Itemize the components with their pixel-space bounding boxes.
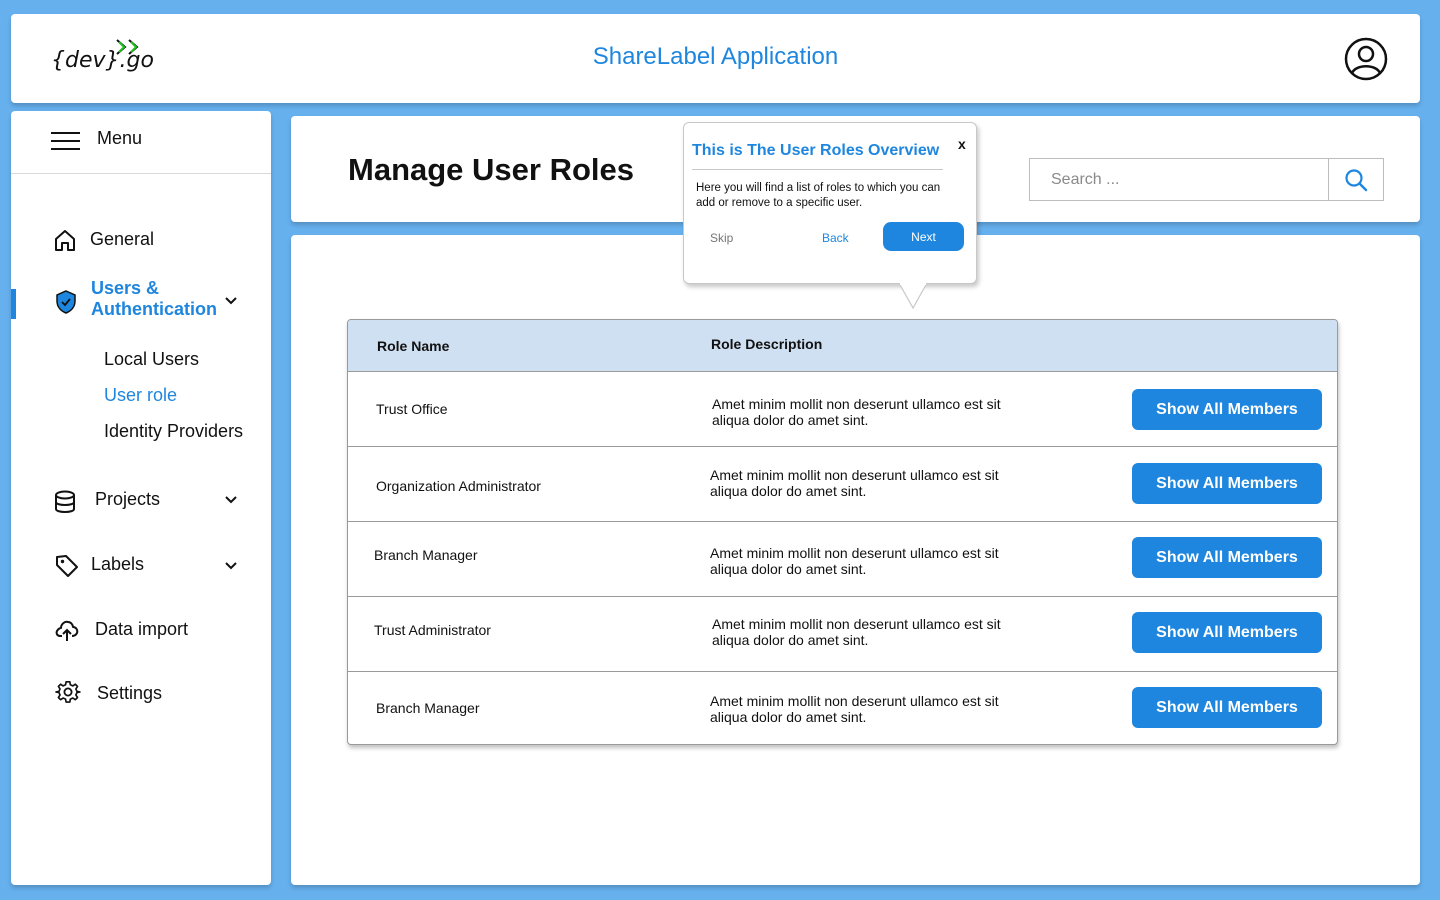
column-header-role-description: Role Description bbox=[711, 336, 823, 352]
shield-icon bbox=[56, 290, 76, 314]
role-description: Amet minim mollit non deserunt ullamco e… bbox=[712, 616, 1001, 648]
table-row: Organization Administrator Amet minim mo… bbox=[348, 447, 1337, 522]
next-button[interactable]: Next bbox=[883, 222, 964, 251]
role-description: Amet minim mollit non deserunt ullamco e… bbox=[710, 545, 999, 577]
search-input[interactable] bbox=[1029, 158, 1329, 201]
database-icon bbox=[55, 490, 75, 513]
role-name: Trust Administrator bbox=[374, 622, 491, 638]
sidebar-item-label: Projects bbox=[95, 489, 161, 509]
show-all-members-button[interactable]: Show All Members bbox=[1132, 687, 1322, 728]
close-button[interactable]: x bbox=[958, 136, 966, 152]
roles-table: Role Name Role Description Trust Office … bbox=[347, 319, 1338, 745]
role-description: Amet minim mollit non deserunt ullamco e… bbox=[710, 693, 999, 725]
search-icon bbox=[1345, 168, 1368, 191]
sidebar-item-general[interactable]: General bbox=[11, 224, 271, 254]
role-description: Amet minim mollit non deserunt ullamco e… bbox=[710, 467, 999, 499]
skip-button[interactable]: Skip bbox=[710, 231, 733, 245]
column-header-role-name: Role Name bbox=[377, 338, 450, 354]
role-name: Trust Office bbox=[376, 401, 448, 417]
main-content: Role Name Role Description Trust Office … bbox=[291, 235, 1420, 885]
users-label-line2: Authentication bbox=[91, 299, 217, 319]
table-header: Role Name Role Description bbox=[348, 320, 1337, 372]
show-all-members-button[interactable]: Show All Members bbox=[1132, 612, 1322, 653]
search-button[interactable] bbox=[1328, 158, 1384, 201]
hamburger-icon[interactable] bbox=[51, 131, 80, 151]
tooltip-pointer bbox=[898, 283, 928, 310]
app-title: ShareLabel Application bbox=[592, 43, 839, 70]
sidebar-subitem-identity-providers[interactable]: Identity Providers bbox=[104, 421, 243, 442]
sidebar-item-label: Settings bbox=[97, 683, 163, 703]
page-title: Manage User Roles bbox=[348, 152, 634, 187]
back-button[interactable]: Back bbox=[822, 231, 849, 245]
role-description: Amet minim mollit non deserunt ullamco e… bbox=[712, 396, 1001, 428]
onboarding-tooltip: This is The User Roles Overview x Here y… bbox=[683, 122, 977, 284]
home-icon bbox=[55, 230, 75, 251]
sidebar: Menu General Users & Authentication Loca… bbox=[11, 111, 271, 885]
table-row: Trust Administrator Amet minim mollit no… bbox=[348, 597, 1337, 672]
chevron-down-icon[interactable] bbox=[223, 293, 239, 309]
user-avatar-icon[interactable] bbox=[1344, 37, 1388, 81]
table-row: Branch Manager Amet minim mollit non des… bbox=[348, 522, 1337, 597]
chevron-down-icon[interactable] bbox=[223, 492, 239, 508]
role-name: Organization Administrator bbox=[376, 478, 541, 494]
show-all-members-button[interactable]: Show All Members bbox=[1132, 463, 1322, 504]
sidebar-item-projects[interactable]: Projects bbox=[11, 483, 271, 517]
cloud-upload-icon bbox=[55, 620, 79, 641]
show-all-members-button[interactable]: Show All Members bbox=[1132, 537, 1322, 578]
sidebar-subitem-local-users[interactable]: Local Users bbox=[104, 349, 199, 370]
users-label-line1: Users & bbox=[91, 278, 160, 298]
sidebar-item-labels[interactable]: Labels bbox=[11, 549, 271, 583]
top-bar: {dev}.go ShareLabel Application bbox=[11, 14, 1420, 103]
tag-icon bbox=[56, 555, 78, 577]
sidebar-item-label: General bbox=[90, 229, 155, 249]
menu-toggle[interactable]: Menu bbox=[11, 111, 271, 174]
tooltip-title: This is The User Roles Overview bbox=[692, 142, 943, 170]
table-row: Trust Office Amet minim mollit non deser… bbox=[348, 372, 1337, 447]
show-all-members-button[interactable]: Show All Members bbox=[1132, 389, 1322, 430]
sidebar-item-label: Data import bbox=[95, 619, 189, 639]
sidebar-item-settings[interactable]: Settings bbox=[11, 677, 271, 711]
tooltip-body: Here you will find a list of roles to wh… bbox=[696, 182, 941, 209]
sidebar-item-label: Labels bbox=[91, 554, 145, 574]
menu-label: Menu bbox=[97, 128, 143, 148]
sidebar-item-data-import[interactable]: Data import bbox=[11, 613, 271, 647]
chevron-down-icon[interactable] bbox=[223, 558, 239, 574]
role-name: Branch Manager bbox=[374, 547, 478, 563]
gear-icon bbox=[55, 681, 81, 703]
role-name: Branch Manager bbox=[376, 700, 480, 716]
table-row: Branch Manager Amet minim mollit non des… bbox=[348, 672, 1337, 744]
sidebar-subitem-user-role[interactable]: User role bbox=[104, 385, 177, 406]
sidebar-item-label: Users & Authentication bbox=[91, 278, 217, 320]
